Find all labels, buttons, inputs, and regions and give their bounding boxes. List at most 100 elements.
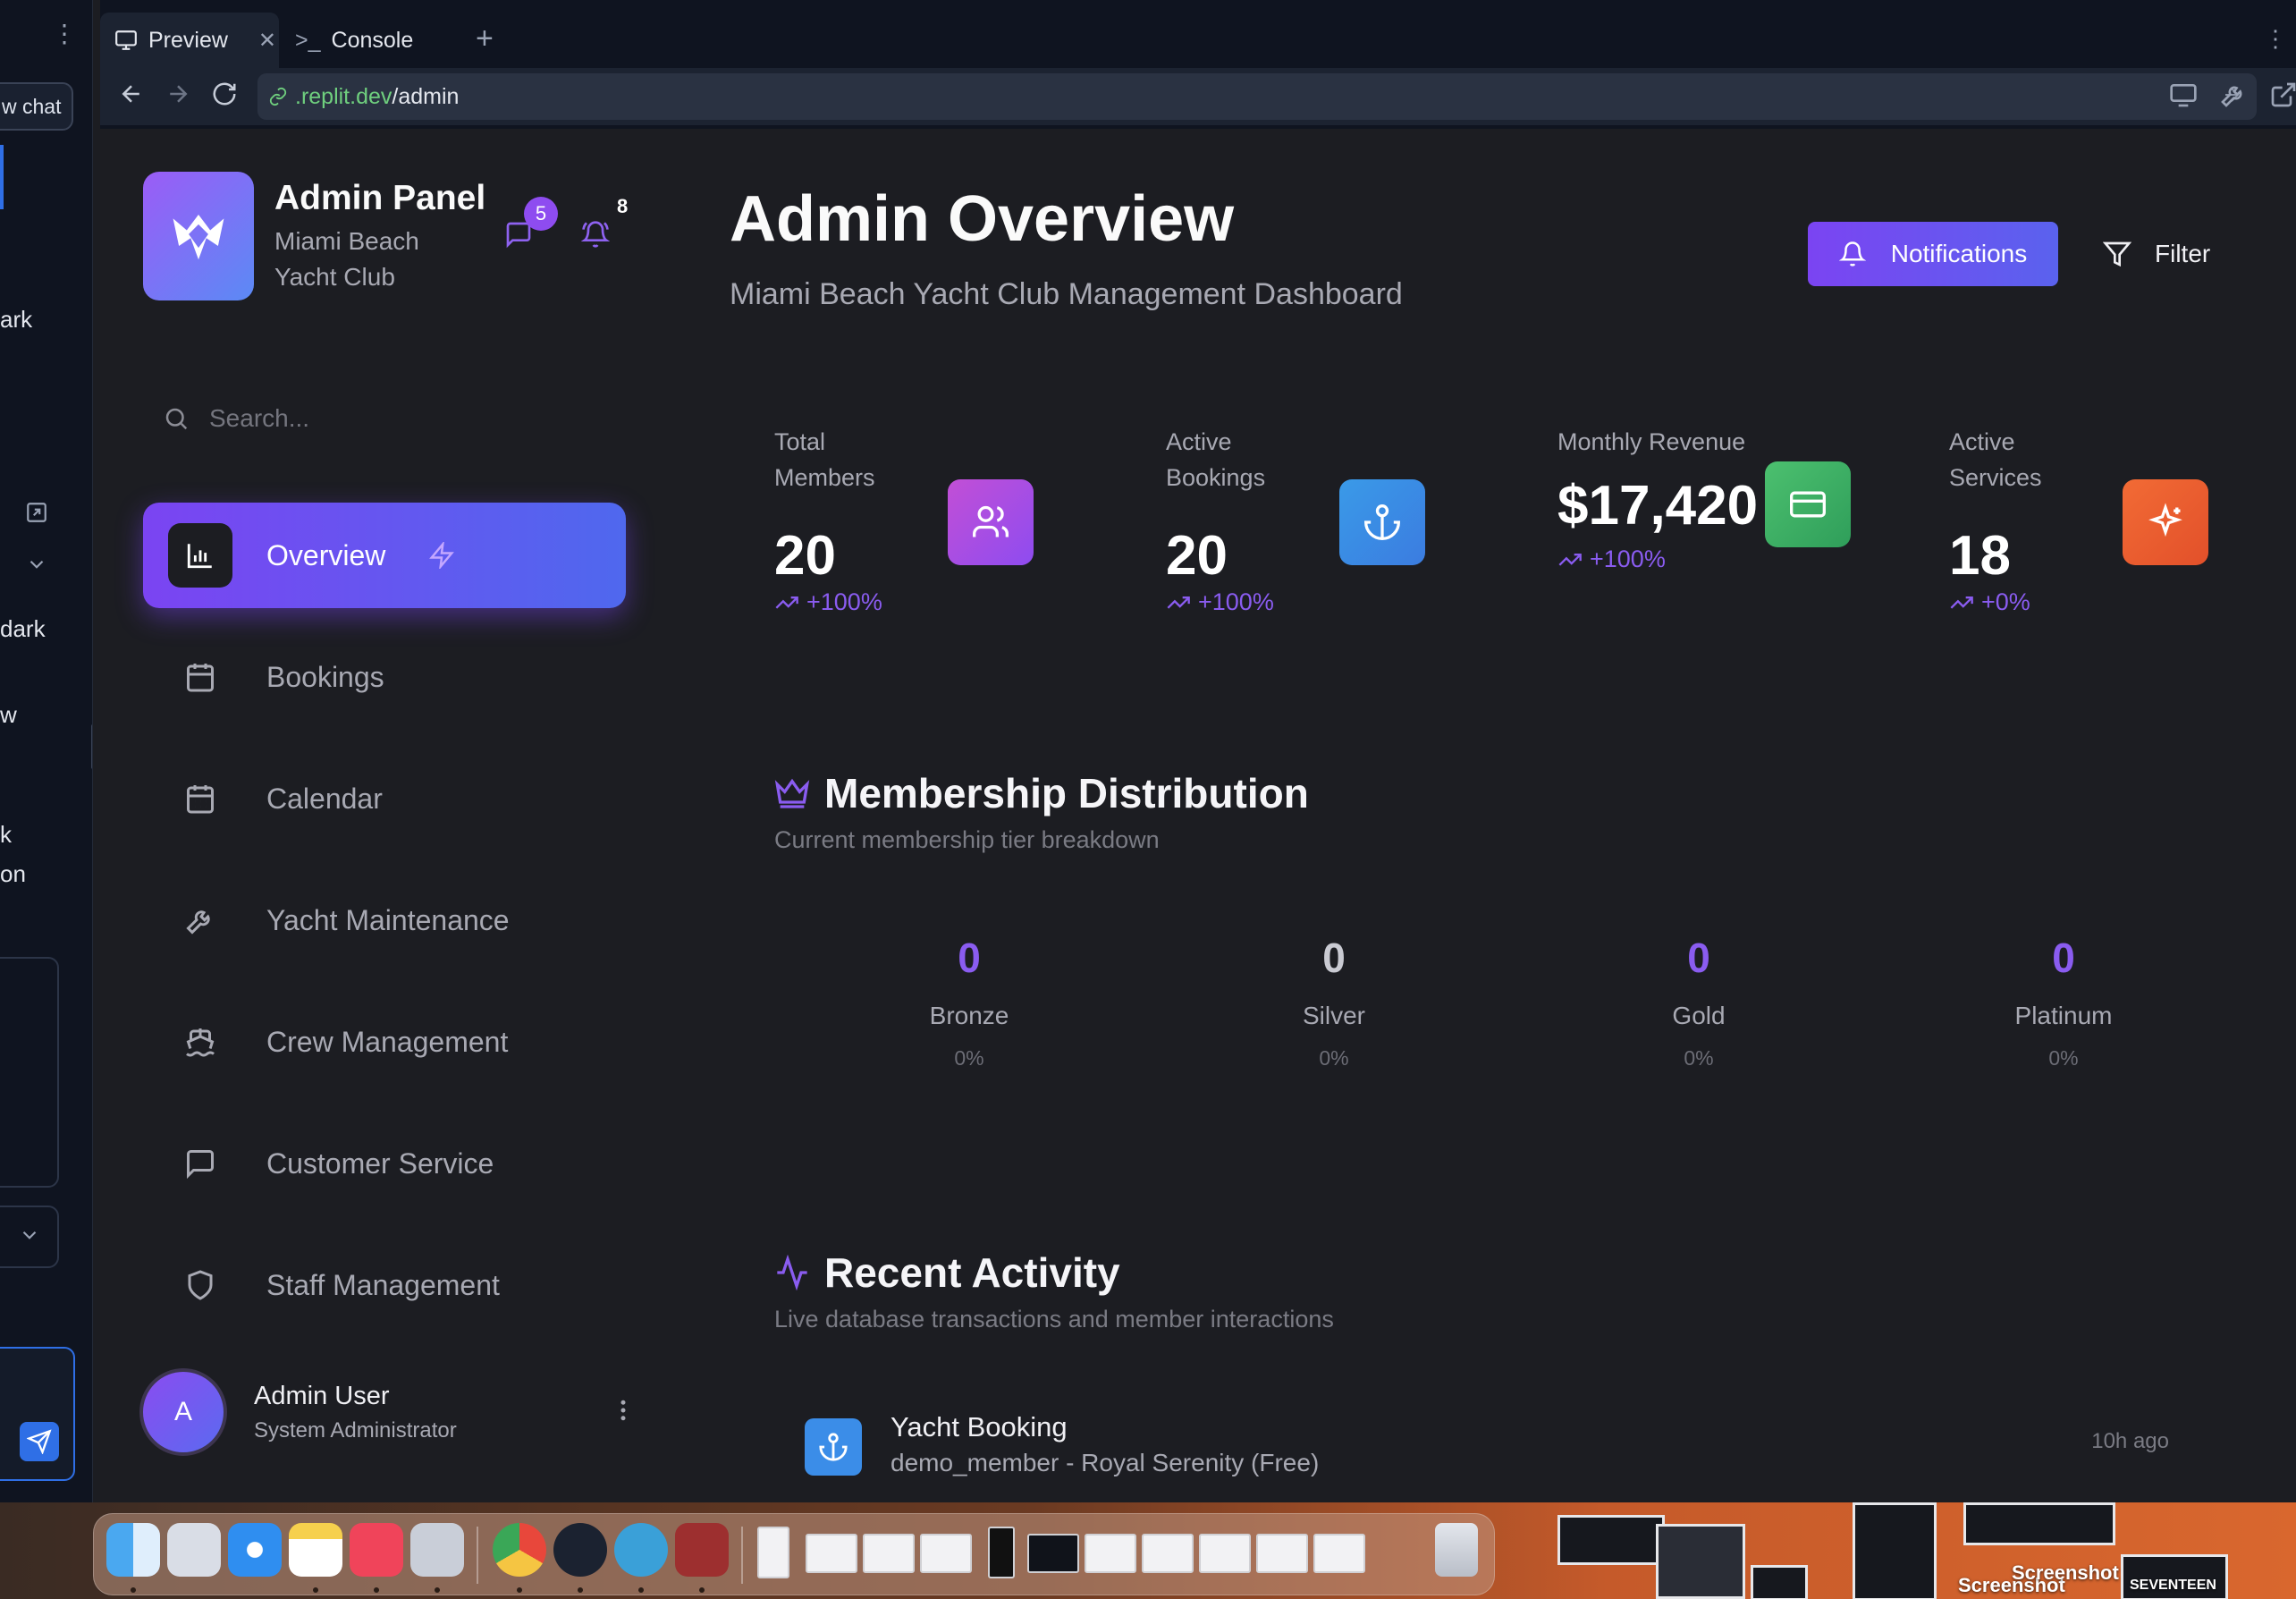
trash-icon[interactable]: [1435, 1523, 1478, 1577]
notes-icon[interactable]: [289, 1523, 342, 1577]
reload-button[interactable]: [211, 80, 238, 107]
window-thumbnail[interactable]: [1199, 1534, 1251, 1573]
sidebar-item-bookings[interactable]: Bookings: [143, 624, 626, 730]
sidebar-item-label: Staff Management: [266, 1268, 500, 1301]
new-chat-button[interactable]: w chat: [0, 82, 73, 131]
panel-resize-handle[interactable]: [91, 724, 92, 769]
activity-item-description: demo_member - Royal Serenity (Free): [891, 1449, 1320, 1476]
window-thumbnail[interactable]: [863, 1534, 915, 1573]
trending-up-icon: [1949, 590, 1974, 615]
tab-bar: Preview ✕ >_ Console + ⋮: [100, 5, 2296, 68]
launchpad-icon[interactable]: [167, 1523, 221, 1577]
window-thumbnail[interactable]: [920, 1534, 972, 1573]
notifications-button[interactable]: Notifications: [1808, 222, 2058, 286]
stat-label: Monthly Revenue: [1557, 428, 1746, 455]
more-vertical-icon[interactable]: [610, 1397, 637, 1424]
close-icon[interactable]: ✕: [258, 28, 276, 54]
active-indicator: [0, 145, 4, 209]
sidebar-item-yacht-maintenance[interactable]: Yacht Maintenance: [143, 867, 626, 973]
logo-icon: [173, 214, 224, 260]
forward-button[interactable]: [165, 80, 191, 107]
window-thumbnail[interactable]: [1142, 1534, 1194, 1573]
desktop-dock-area: Screenshot Screenshot SEVENTEEN: [0, 1502, 2296, 1599]
chrome-icon[interactable]: [493, 1523, 546, 1577]
running-indicator: [374, 1587, 379, 1593]
trending-up-icon: [1166, 590, 1191, 615]
dock-separator: [741, 1527, 743, 1584]
bell-icon[interactable]: [581, 220, 610, 249]
running-indicator: [578, 1587, 583, 1593]
sidebar-item-customer-service[interactable]: Customer Service: [143, 1111, 626, 1216]
external-link-icon[interactable]: [25, 501, 48, 524]
quicktime-icon[interactable]: [614, 1523, 668, 1577]
back-button[interactable]: [118, 80, 145, 107]
document-thumbnail[interactable]: [757, 1527, 789, 1578]
activity-item-title: Yacht Booking: [891, 1411, 1068, 1442]
wrench-icon: [168, 888, 232, 952]
tier-percent: 0%: [1684, 1046, 1714, 1070]
open-external-icon[interactable]: [2269, 80, 2296, 109]
desktop-screenshot-thumbnail[interactable]: [1853, 1502, 1937, 1599]
tier-percent: 0%: [954, 1046, 984, 1070]
stat-change-value: +100%: [1198, 588, 1274, 615]
tier-count: 0: [958, 935, 981, 981]
window-thumbnail[interactable]: [1313, 1534, 1365, 1573]
more-vertical-icon[interactable]: ⋮: [52, 21, 77, 47]
user-card[interactable]: A Admin User System Administrator: [139, 1363, 640, 1461]
monitor-icon: [114, 29, 138, 52]
chat-text-fragment: dark: [0, 615, 46, 642]
filter-button[interactable]: Filter: [2103, 222, 2210, 286]
more-vertical-icon[interactable]: ⋮: [2264, 25, 2287, 53]
finder-icon[interactable]: [106, 1523, 160, 1577]
messages-badge: 5: [524, 197, 558, 231]
tab-preview[interactable]: Preview ✕: [100, 13, 279, 68]
desktop-screenshot-thumbnail[interactable]: [1751, 1565, 1808, 1599]
alerts-count: 8: [617, 195, 629, 217]
stat-label: Active Bookings: [1166, 428, 1266, 491]
sidebar-item-crew-management[interactable]: Crew Management: [143, 989, 626, 1095]
devtools-wrench-icon[interactable]: [2219, 80, 2248, 109]
user-name: Admin User: [254, 1381, 390, 1410]
desktop-screenshot-thumbnail[interactable]: [1557, 1515, 1665, 1565]
stat-value: 18: [1949, 525, 2011, 587]
window-thumbnail[interactable]: [1085, 1534, 1136, 1573]
clock-icon[interactable]: [553, 1523, 607, 1577]
url-bar[interactable]: .replit.dev/admin: [257, 73, 2257, 120]
devices-icon[interactable]: [2169, 80, 2198, 109]
bar-chart-icon: [168, 523, 232, 588]
membership-heading: Membership Distribution: [774, 769, 1309, 817]
shield-icon: [168, 1253, 232, 1317]
window-thumbnail[interactable]: [1027, 1534, 1079, 1573]
sidebar-item-calendar[interactable]: Calendar: [143, 746, 626, 851]
sidebar-item-staff-management[interactable]: Staff Management: [143, 1232, 626, 1338]
avatar: A: [139, 1368, 227, 1456]
chat-text-fragment: w: [0, 701, 17, 728]
running-indicator: [699, 1587, 705, 1593]
desktop-file-label: SEVENTEEN: [2130, 1578, 2216, 1593]
dictionary-icon[interactable]: [675, 1523, 729, 1577]
stat-change: +100%: [1166, 588, 1274, 616]
tier-name: Platinum: [2014, 1002, 2113, 1029]
replit-chat-panel: ⋮ w chat ark dark w k on: [0, 0, 93, 1502]
window-thumbnail[interactable]: [806, 1534, 857, 1573]
window-thumbnail[interactable]: [988, 1527, 1015, 1578]
window-thumbnail[interactable]: [1256, 1534, 1308, 1573]
desktop-screenshot-thumbnail[interactable]: [1656, 1524, 1745, 1599]
tier-gold: 0 Gold 0%: [1583, 934, 1815, 1070]
send-button[interactable]: [20, 1422, 59, 1461]
chevron-down-icon[interactable]: [25, 553, 48, 576]
new-tab-button[interactable]: +: [476, 23, 494, 54]
sidebar-item-overview[interactable]: Overview: [143, 503, 626, 608]
desktop-screenshot-thumbnail[interactable]: [1963, 1502, 2115, 1545]
search-input[interactable]: [209, 404, 585, 433]
activity-item[interactable]: Yacht Booking demo_member - Royal Sereni…: [805, 1411, 2169, 1497]
stat-change-value: +0%: [1981, 588, 2030, 615]
chevron-down-icon[interactable]: [18, 1223, 41, 1247]
music-icon[interactable]: [350, 1523, 403, 1577]
stat-value: 20: [774, 525, 836, 587]
message-square-icon: [168, 1131, 232, 1196]
dock: [93, 1513, 1495, 1595]
preview-app-icon[interactable]: [410, 1523, 464, 1577]
safari-icon[interactable]: [228, 1523, 282, 1577]
tab-console[interactable]: >_ Console: [281, 13, 460, 68]
